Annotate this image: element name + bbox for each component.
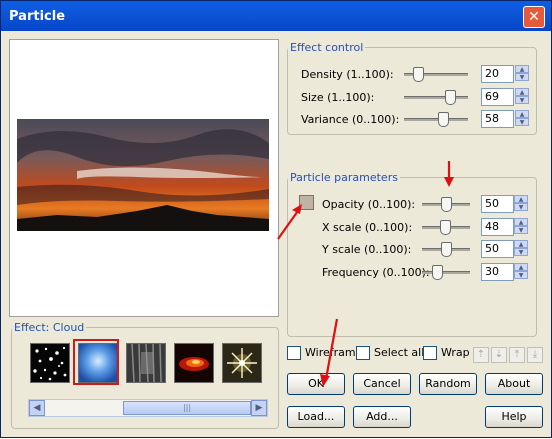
opacity-label: Opacity (0..100): <box>322 198 416 211</box>
size-slider[interactable] <box>404 96 468 99</box>
density-spinner[interactable]: ▲ ▼ <box>515 65 529 83</box>
arrow-bottom-icon[interactable]: ⤓ <box>527 347 543 363</box>
variance-row: Variance (0..100): 58 ▲ ▼ <box>301 110 531 128</box>
particle-parameters-legend: Particle parameters <box>290 171 398 184</box>
size-spinner[interactable]: ▲ ▼ <box>515 88 529 106</box>
effect-thumb-starfield[interactable] <box>30 343 70 383</box>
select-all-label: Select all <box>374 346 425 359</box>
scroll-right-icon[interactable]: ▶ <box>251 400 267 416</box>
help-button[interactable]: Help <box>485 406 543 428</box>
size-slider-thumb[interactable] <box>445 90 456 105</box>
random-button[interactable]: Random <box>419 373 477 395</box>
particle-color-swatch[interactable] <box>299 195 314 210</box>
wireframe-label: Wireframe <box>305 346 363 359</box>
load-button[interactable]: Load... <box>287 406 345 428</box>
variance-value[interactable]: 58 <box>481 110 514 128</box>
arrow-down-icon[interactable]: ⇣ <box>491 347 507 363</box>
x-scale-label: X scale (0..100): <box>322 221 413 234</box>
scroll-left-icon[interactable]: ◀ <box>29 400 45 416</box>
variance-slider-thumb[interactable] <box>438 112 449 127</box>
scroll-thumb[interactable]: ||| <box>123 401 251 415</box>
arrow-up-icon[interactable]: ⇡ <box>473 347 489 363</box>
variance-label: Variance (0..100): <box>301 113 400 126</box>
size-row: Size (1..100): 69 ▲ ▼ <box>301 88 531 106</box>
opacity-value[interactable]: 50 <box>481 195 514 213</box>
variance-slider[interactable] <box>404 118 468 121</box>
density-label: Density (1..100): <box>301 68 394 81</box>
close-button[interactable]: ✕ <box>523 6 545 28</box>
selected-effect-highlight <box>73 339 119 385</box>
cancel-button[interactable]: Cancel <box>353 373 411 395</box>
x-scale-row: X scale (0..100): 48 ▲ ▼ <box>322 218 532 236</box>
opacity-row: Opacity (0..100): 50 ▲ ▼ <box>322 195 532 213</box>
y-scale-spinner[interactable]: ▲ ▼ <box>514 240 528 258</box>
add-button[interactable]: Add... <box>353 406 411 428</box>
frequency-label: Frequency (0..100): <box>322 266 430 279</box>
frequency-value[interactable]: 30 <box>481 263 514 281</box>
arrow-top-icon[interactable]: ⤒ <box>509 347 525 363</box>
effect-selector-legend: Effect: Cloud <box>14 321 85 334</box>
opacity-slider-thumb[interactable] <box>441 197 452 212</box>
variance-spinner[interactable]: ▲ ▼ <box>515 110 529 128</box>
y-scale-row: Y scale (0..100): 50 ▲ ▼ <box>322 240 532 258</box>
opacity-spinner[interactable]: ▲ ▼ <box>514 195 528 213</box>
x-scale-slider-thumb[interactable] <box>440 220 451 235</box>
x-scale-value[interactable]: 48 <box>481 218 514 236</box>
title-bar: Particle ✕ <box>1 1 551 31</box>
select-all-box[interactable] <box>356 346 370 360</box>
particle-dialog: Particle ✕ Effect control Density (1..10… <box>0 0 552 438</box>
y-scale-value[interactable]: 50 <box>481 240 514 258</box>
wireframe-box[interactable] <box>287 346 301 360</box>
preview-image <box>17 119 269 231</box>
frequency-slider[interactable] <box>422 271 470 274</box>
x-scale-spinner[interactable]: ▲ ▼ <box>514 218 528 236</box>
size-value[interactable]: 69 <box>481 88 514 106</box>
effect-thumb-fire[interactable] <box>174 343 214 383</box>
frequency-slider-thumb[interactable] <box>432 265 443 280</box>
density-value[interactable]: 20 <box>481 65 514 83</box>
effect-control-legend: Effect control <box>290 41 364 54</box>
y-scale-label: Y scale (0..100): <box>322 243 412 256</box>
frequency-spinner[interactable]: ▲ ▼ <box>514 263 528 281</box>
frequency-row: Frequency (0..100): 30 ▲ ▼ <box>322 263 532 281</box>
effect-thumb-rain[interactable] <box>126 343 166 383</box>
effect-scrollbar[interactable]: ◀ ||| ▶ <box>28 399 268 417</box>
ok-button[interactable]: OK <box>287 373 345 395</box>
window-title: Particle <box>9 9 66 24</box>
effect-thumb-sparkle[interactable] <box>222 343 262 383</box>
preview-pane <box>9 39 279 317</box>
wrap-box[interactable] <box>423 346 437 360</box>
size-label: Size (1..100): <box>301 91 375 104</box>
wrap-label: Wrap <box>441 346 470 359</box>
density-slider-thumb[interactable] <box>413 67 424 82</box>
y-scale-slider-thumb[interactable] <box>441 242 452 257</box>
about-button[interactable]: About <box>485 373 543 395</box>
density-row: Density (1..100): 20 ▲ ▼ <box>301 65 531 83</box>
